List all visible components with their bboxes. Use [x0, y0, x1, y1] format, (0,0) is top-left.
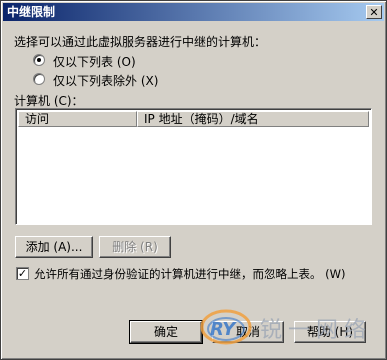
- ok-button[interactable]: 确定: [129, 320, 203, 344]
- allow-authenticated-label[interactable]: 允许所有通过身份验证的计算机进行中继，而忽略上表。 (W): [34, 266, 346, 282]
- relay-restrictions-dialog: 中继限制 ✕ 选择可以通过此虚拟服务器进行中继的计算机： 仅以下列表 (O) 仅…: [0, 0, 387, 360]
- radio-only-list-label[interactable]: 仅以下列表 (O): [53, 53, 136, 70]
- allow-authenticated-checkbox[interactable]: ✓: [16, 267, 29, 280]
- close-icon: ✕: [369, 6, 379, 19]
- window-title: 中继限制: [7, 5, 56, 19]
- computers-list[interactable]: 访问 IP 地址（掩码）/域名: [15, 108, 372, 225]
- computers-label: 计算机 (C)：: [14, 94, 84, 108]
- check-icon: ✓: [17, 267, 28, 280]
- radio-only-list[interactable]: [33, 54, 45, 66]
- column-header-ip-domain[interactable]: IP 地址（掩码）/域名: [137, 111, 369, 127]
- cancel-button[interactable]: 取消: [212, 321, 284, 343]
- close-button[interactable]: ✕: [366, 5, 382, 19]
- column-header-access[interactable]: 访问: [18, 111, 137, 127]
- title-bar[interactable]: 中继限制 ✕: [3, 3, 384, 21]
- add-button[interactable]: 添加 (A)...: [15, 236, 93, 258]
- radio-all-except-list[interactable]: [33, 73, 45, 85]
- radio-all-except-list-label[interactable]: 仅以下列表除外 (X): [53, 72, 158, 89]
- help-button[interactable]: 帮助 (H): [294, 321, 366, 343]
- remove-button[interactable]: 删除 (R): [99, 236, 171, 258]
- prompt-label: 选择可以通过此虚拟服务器进行中继的计算机：: [14, 35, 267, 49]
